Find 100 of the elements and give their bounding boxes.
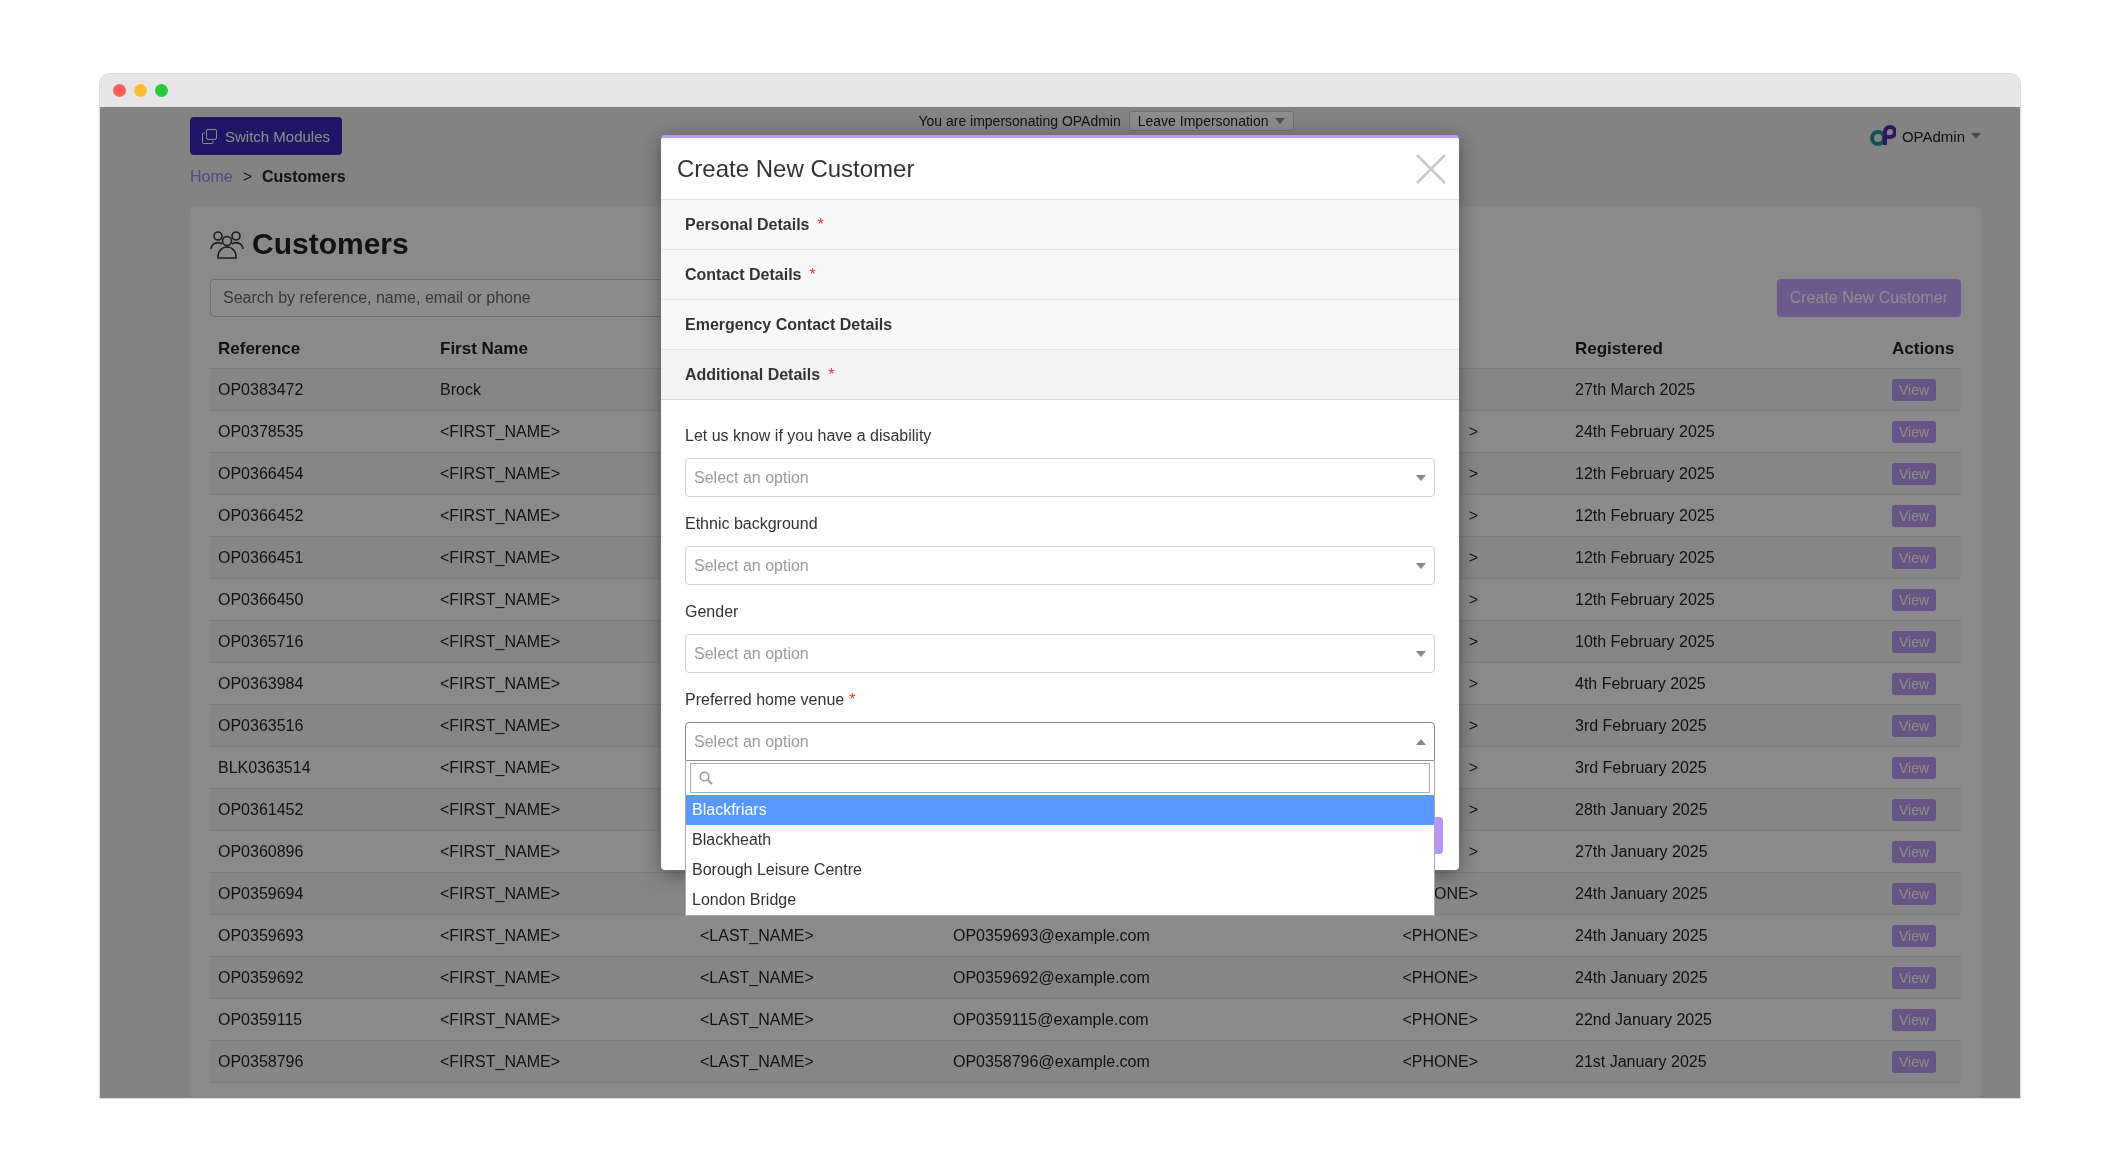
maximize-window-icon[interactable] (155, 84, 168, 97)
required-mark: * (817, 215, 824, 234)
table-cell: > (1468, 464, 1478, 483)
table-cell: <FIRST_NAME> (440, 758, 561, 777)
table-cell: OP0359692@example.com (953, 968, 1150, 987)
table-cell: <FIRST_NAME> (440, 464, 561, 483)
page-title: Customers (252, 227, 409, 261)
table-cell: OP0366452 (218, 506, 304, 525)
column-header: Reference (218, 338, 301, 359)
table-cell: 12th February 2025 (1575, 590, 1715, 609)
table-cell: 4th February 2025 (1575, 674, 1706, 693)
table-cell: 24th January 2025 (1575, 926, 1708, 945)
section-title: Personal Details (685, 215, 810, 234)
table-cell: ONE> (1434, 884, 1478, 903)
required-mark: * (849, 690, 856, 710)
table-cell: OP0359115 (218, 1010, 303, 1029)
table-cell: <FIRST_NAME> (440, 632, 561, 651)
table-cell: OP0363984 (218, 674, 304, 693)
table-cell: OP0358796@example.com (953, 1052, 1150, 1071)
select-field[interactable]: Select an option (685, 458, 1435, 497)
table-cell: OP0359692 (218, 968, 304, 987)
table-cell: <PHONE> (1402, 1052, 1478, 1071)
table-cell: 3rd February 2025 (1575, 716, 1707, 735)
table-cell: > (1468, 548, 1478, 567)
table-cell: <FIRST_NAME> (440, 1010, 561, 1029)
breadcrumb-separator: > (242, 167, 253, 187)
caret-icon (1416, 650, 1426, 657)
dropdown-option[interactable]: Blackfriars (686, 795, 1434, 825)
table-cell: 10th February 2025 (1575, 632, 1715, 651)
user-menu[interactable]: OPAdmin (1869, 125, 1981, 147)
select-field[interactable]: Select an option (685, 722, 1435, 761)
people-icon (210, 229, 244, 259)
field-label: Let us know if you have a disability (685, 426, 932, 446)
table-cell: OP0359694 (218, 884, 304, 903)
table-cell: 22nd January 2025 (1575, 1010, 1712, 1029)
table-cell: <LAST_NAME> (700, 968, 814, 987)
table-cell: <PHONE> (1402, 968, 1478, 987)
modal-title: Create New Customer (677, 154, 915, 183)
field-label: Preferred home venue (685, 690, 845, 710)
column-header: Registered (1575, 338, 1663, 359)
table-cell: > (1468, 800, 1478, 819)
table-cell: 12th February 2025 (1575, 548, 1715, 567)
close-button[interactable] (1415, 152, 1447, 185)
table-cell: <FIRST_NAME> (440, 674, 561, 693)
table-cell: > (1468, 590, 1478, 609)
accordion-header[interactable]: Additional Details * (661, 350, 1459, 400)
accordion-header[interactable]: Personal Details * (661, 200, 1459, 250)
table-cell: OP0360896 (218, 842, 304, 861)
table-cell: <FIRST_NAME> (440, 800, 561, 819)
select-field[interactable]: Select an option (685, 634, 1435, 673)
table-cell: <FIRST_NAME> (440, 506, 561, 525)
caret-icon (1416, 738, 1426, 745)
minimize-window-icon[interactable] (134, 84, 147, 97)
impersonation-notice: You are impersonating OPAdmin (918, 113, 1121, 129)
switch-modules-button[interactable]: Switch Modules (190, 117, 343, 155)
caret-icon (1274, 118, 1285, 124)
breadcrumb-current: Customers (262, 167, 346, 187)
table-cell: 28th January 2025 (1575, 800, 1708, 819)
column-header: Actions (1892, 338, 1955, 359)
caret-icon (1416, 562, 1426, 569)
breadcrumb-link[interactable]: Home (190, 167, 233, 187)
table-cell: OP0359693 (218, 926, 304, 945)
table-cell: <FIRST_NAME> (440, 842, 561, 861)
logo-icon (1869, 125, 1896, 147)
table-cell: OP0363516 (218, 716, 304, 735)
table-cell: <LAST_NAME> (700, 1052, 814, 1071)
section-title: Additional Details (685, 365, 821, 384)
accordion-header[interactable]: Emergency Contact Details (661, 300, 1459, 350)
table-cell: OP0366454 (218, 464, 304, 483)
table-cell: <FIRST_NAME> (440, 968, 561, 987)
table-cell: <PHONE> (1402, 926, 1478, 945)
copy-icon (202, 128, 217, 144)
table-cell: OP0383472 (218, 380, 304, 399)
table-cell: <FIRST_NAME> (440, 884, 561, 903)
table-cell: <FIRST_NAME> (440, 590, 561, 609)
table-cell: <FIRST_NAME> (440, 1052, 561, 1071)
close-window-icon[interactable] (113, 84, 126, 97)
table-cell: OP0359693@example.com (953, 926, 1150, 945)
select-field[interactable]: Select an option (685, 546, 1435, 585)
table-cell: 12th February 2025 (1575, 506, 1715, 525)
close-icon (1415, 152, 1447, 185)
table-cell: > (1468, 632, 1478, 651)
search-icon (699, 771, 713, 785)
dropdown-search-field[interactable] (690, 763, 1430, 793)
table-cell: 24th January 2025 (1575, 884, 1708, 903)
table-cell: <PHONE> (1402, 1010, 1478, 1029)
leave-impersonation-button[interactable]: Leave Impersonation (1128, 111, 1294, 131)
table-cell: > (1468, 506, 1478, 525)
table-cell: OP0361452 (218, 800, 304, 819)
field-label: Gender (685, 602, 739, 622)
table-cell: <FIRST_NAME> (440, 926, 561, 945)
column-header: First Name (440, 338, 528, 359)
table-cell: 27th March 2025 (1575, 380, 1696, 399)
table-cell: <LAST_NAME> (700, 1010, 814, 1029)
accordion-header[interactable]: Contact Details * (661, 250, 1459, 300)
table-cell: > (1468, 422, 1478, 441)
table-cell: <LAST_NAME> (700, 926, 814, 945)
table-cell: OP0358796 (218, 1052, 304, 1071)
table-cell: OP0365716 (218, 632, 304, 651)
table-cell: > (1468, 674, 1478, 693)
